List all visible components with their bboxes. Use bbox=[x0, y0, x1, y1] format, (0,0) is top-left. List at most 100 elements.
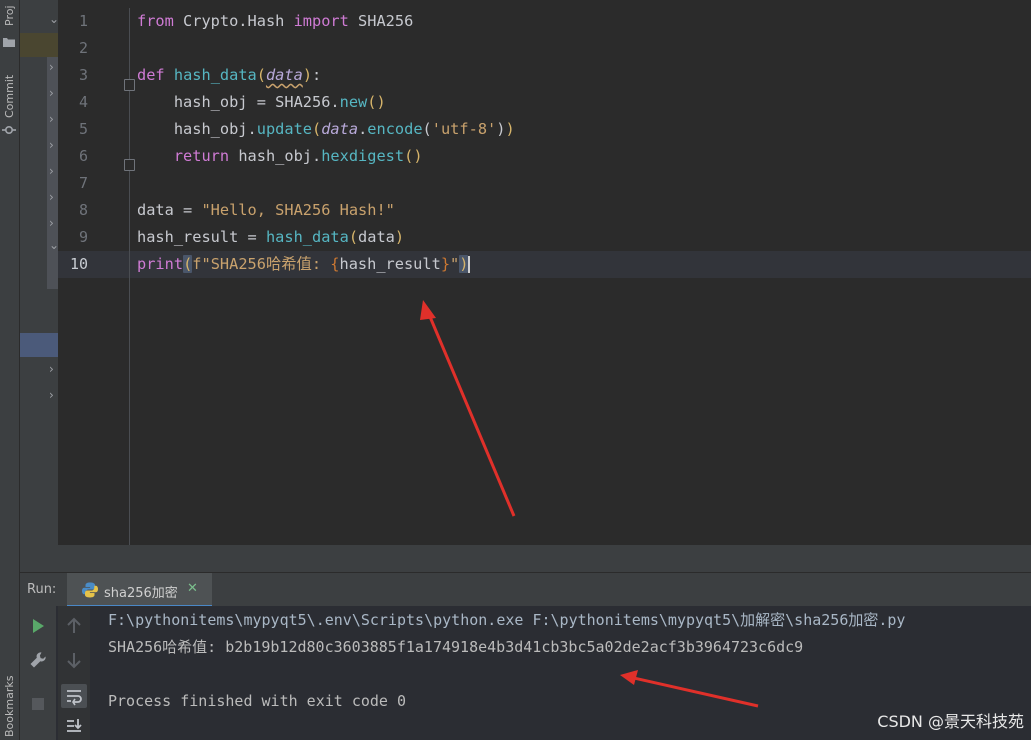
arrow-up-icon[interactable] bbox=[64, 616, 84, 636]
chevron-down-icon[interactable]: ⌄ bbox=[20, 236, 59, 256]
line-number: 7 bbox=[78, 174, 88, 192]
fold-start-icon[interactable] bbox=[124, 79, 135, 91]
code-text: Crypto.Hash bbox=[173, 12, 294, 30]
line-number: 9 bbox=[78, 228, 88, 246]
chevron-right-icon[interactable]: › bbox=[20, 386, 58, 406]
code-text: hash_obj. bbox=[229, 147, 322, 165]
code-line-4: hash_obj = SHA256.new() bbox=[137, 89, 386, 116]
code-text: SHA256 bbox=[348, 12, 414, 30]
run-tab[interactable]: sha256加密 ✕ bbox=[67, 573, 212, 607]
function-name: encode bbox=[367, 120, 423, 138]
console-line-result: SHA256哈希值: b2b19b12d80c3603885f1a174918e… bbox=[108, 638, 804, 656]
tree-highlight-row[interactable] bbox=[20, 333, 58, 357]
code-text: hash_obj. bbox=[173, 120, 257, 138]
fstring-variable: hash_result bbox=[339, 255, 441, 273]
parameter: data bbox=[265, 66, 303, 84]
line-number: 8 bbox=[78, 201, 88, 219]
code-text: data bbox=[358, 228, 395, 246]
line-number: 2 bbox=[78, 39, 88, 57]
left-tool-stripe: Proj Commit Bookmarks bbox=[0, 0, 20, 740]
code-text: data = bbox=[137, 201, 202, 219]
stop-icon[interactable] bbox=[28, 694, 48, 714]
soft-wrap-button[interactable] bbox=[61, 684, 87, 708]
soft-wrap-icon bbox=[67, 690, 82, 706]
commit-tool-button[interactable]: Commit bbox=[0, 68, 19, 124]
builtin-function: print bbox=[137, 255, 184, 273]
chevron-right-icon[interactable]: › bbox=[20, 162, 58, 182]
string-literal: " bbox=[450, 255, 460, 273]
paren-matched: ( bbox=[183, 255, 193, 273]
wrench-icon[interactable] bbox=[28, 650, 48, 670]
code-text: hash_result = bbox=[137, 228, 266, 246]
paren: ( bbox=[404, 147, 414, 165]
fstring-brace: { bbox=[330, 255, 340, 273]
chevron-right-icon[interactable]: › bbox=[20, 110, 58, 130]
code-line-1: from Crypto.Hash import SHA256 bbox=[137, 8, 413, 35]
parameter: data bbox=[321, 120, 359, 138]
console-line-command: F:\pythonitems\mypyqt5\.env\Scripts\pyth… bbox=[108, 611, 906, 629]
chevron-right-icon[interactable]: › bbox=[20, 360, 58, 380]
keyword: return bbox=[173, 147, 230, 165]
editor-bottom-bar bbox=[58, 545, 1031, 572]
run-toolbar bbox=[20, 606, 56, 740]
string-literal: 'utf-8' bbox=[431, 120, 497, 138]
run-panel-header: Run: sha256加密 ✕ bbox=[20, 572, 1031, 607]
paren: ( bbox=[256, 66, 266, 84]
paren: ) bbox=[376, 93, 386, 111]
commit-tool-label: Commit bbox=[3, 74, 16, 118]
code-line-6: return hash_obj.hexdigest() bbox=[137, 143, 423, 170]
close-icon[interactable]: ✕ bbox=[187, 581, 198, 596]
paren: ( bbox=[348, 228, 359, 246]
project-tool-label: Proj bbox=[3, 5, 16, 27]
chevron-down-icon[interactable]: ⌄ bbox=[20, 10, 59, 30]
run-tab-label: sha256加密 bbox=[104, 586, 178, 601]
tree-selected-row[interactable] bbox=[20, 33, 58, 57]
project-tool-button[interactable]: Proj bbox=[0, 0, 19, 32]
bookmarks-tool-label: Bookmarks bbox=[3, 675, 16, 737]
project-tree: ⌄ › › › › › › › ⌄ › › bbox=[20, 0, 59, 572]
watermark: CSDN @景天科技苑 bbox=[877, 712, 1024, 731]
fold-end-icon[interactable] bbox=[124, 159, 135, 171]
line-number: 5 bbox=[78, 120, 88, 138]
line-number: 3 bbox=[78, 66, 88, 84]
fstring-brace: } bbox=[440, 255, 451, 273]
arrow-down-icon[interactable] bbox=[64, 650, 84, 670]
line-number: 1 bbox=[78, 12, 88, 30]
function-name: update bbox=[256, 120, 312, 138]
line-number: 6 bbox=[78, 147, 88, 165]
keyword: def bbox=[137, 66, 165, 84]
text-caret bbox=[468, 256, 471, 273]
keyword: from bbox=[137, 12, 174, 30]
bookmarks-tool-button[interactable]: Bookmarks bbox=[0, 672, 19, 740]
commit-icon[interactable] bbox=[2, 124, 16, 136]
code-text: hash_obj = SHA256. bbox=[173, 93, 340, 111]
rerun-icon[interactable] bbox=[28, 616, 48, 636]
chevron-right-icon[interactable]: › bbox=[20, 58, 58, 78]
code-line-8: data = "Hello, SHA256 Hash!" bbox=[137, 197, 395, 224]
code-line-9: hash_result = hash_data(data) bbox=[137, 224, 404, 251]
line-number: 4 bbox=[78, 93, 88, 111]
paren: ) bbox=[413, 147, 423, 165]
chevron-right-icon[interactable]: › bbox=[20, 136, 58, 156]
chevron-right-icon[interactable]: › bbox=[20, 84, 58, 104]
paren: ( bbox=[422, 120, 432, 138]
paren: ) bbox=[394, 228, 405, 246]
string-literal: "SHA256哈希值: bbox=[201, 255, 331, 273]
paren: ) bbox=[302, 66, 313, 84]
string-literal: "Hello, SHA256 Hash!" bbox=[201, 201, 395, 219]
code-editor[interactable]: 1 2 3 4 5 6 7 8 9 10 from Crypto.Hash im… bbox=[58, 0, 1031, 545]
code-line-3: def hash_data(data): bbox=[137, 62, 321, 89]
scroll-to-end-icon[interactable] bbox=[64, 716, 84, 736]
chevron-right-icon[interactable]: › bbox=[20, 188, 58, 208]
keyword: import bbox=[293, 12, 349, 30]
fstring-prefix: f bbox=[192, 255, 202, 273]
chevron-right-icon[interactable]: › bbox=[20, 214, 58, 234]
folder-icon[interactable] bbox=[2, 36, 16, 48]
paren-matched: ) bbox=[459, 255, 469, 273]
code-line-10: print(f"SHA256哈希值: {hash_result}") bbox=[137, 251, 471, 278]
code-text: : bbox=[312, 66, 322, 84]
function-name: hash_data bbox=[173, 66, 257, 84]
function-name: new bbox=[339, 93, 368, 111]
